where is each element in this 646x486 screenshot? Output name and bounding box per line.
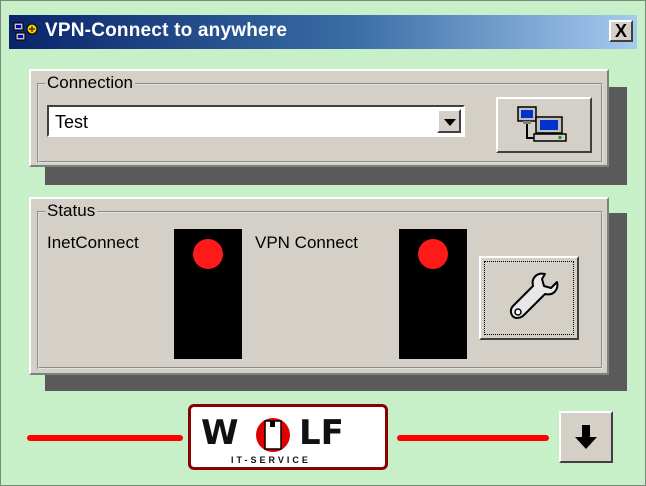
settings-button[interactable] (479, 256, 579, 340)
vpn-status-indicator (399, 229, 467, 359)
connect-button[interactable] (496, 97, 592, 153)
window-title: VPN-Connect to anywhere (45, 20, 288, 41)
vpn-status-led (418, 239, 448, 269)
left-divider-line (27, 435, 183, 441)
title-bar[interactable]: VPN-Connect to anywhere X (9, 15, 637, 49)
collapse-button[interactable] (559, 411, 613, 463)
network-computers-icon (517, 106, 567, 142)
wrench-icon (509, 272, 559, 319)
vpn-connect-label: VPN Connect (255, 233, 358, 252)
app-icon (13, 22, 38, 41)
logo-subtitle: IT-SERVICE (231, 455, 311, 465)
connection-select[interactable]: Test (47, 105, 465, 137)
arrow-down-icon (575, 425, 597, 449)
connection-select-value: Test (55, 112, 89, 132)
right-divider-line (397, 435, 549, 441)
inet-connect-label: InetConnect (47, 233, 139, 252)
connection-legend: Connection (45, 73, 136, 92)
company-logo: W LF IT-SERVICE (188, 404, 388, 470)
logo-o-mark (256, 418, 290, 452)
close-button[interactable]: X (609, 20, 633, 42)
combo-dropdown-button[interactable] (437, 109, 461, 133)
inet-status-led (193, 239, 223, 269)
logo-text-right: LF (299, 413, 344, 453)
status-legend: Status (45, 201, 98, 220)
close-icon: X (614, 21, 627, 41)
logo-text-left: W (201, 413, 239, 453)
vpn-window: VPN-Connect to anywhere X Connection Tes… (0, 0, 646, 486)
chevron-down-icon (444, 119, 456, 126)
inet-status-indicator (174, 229, 242, 359)
